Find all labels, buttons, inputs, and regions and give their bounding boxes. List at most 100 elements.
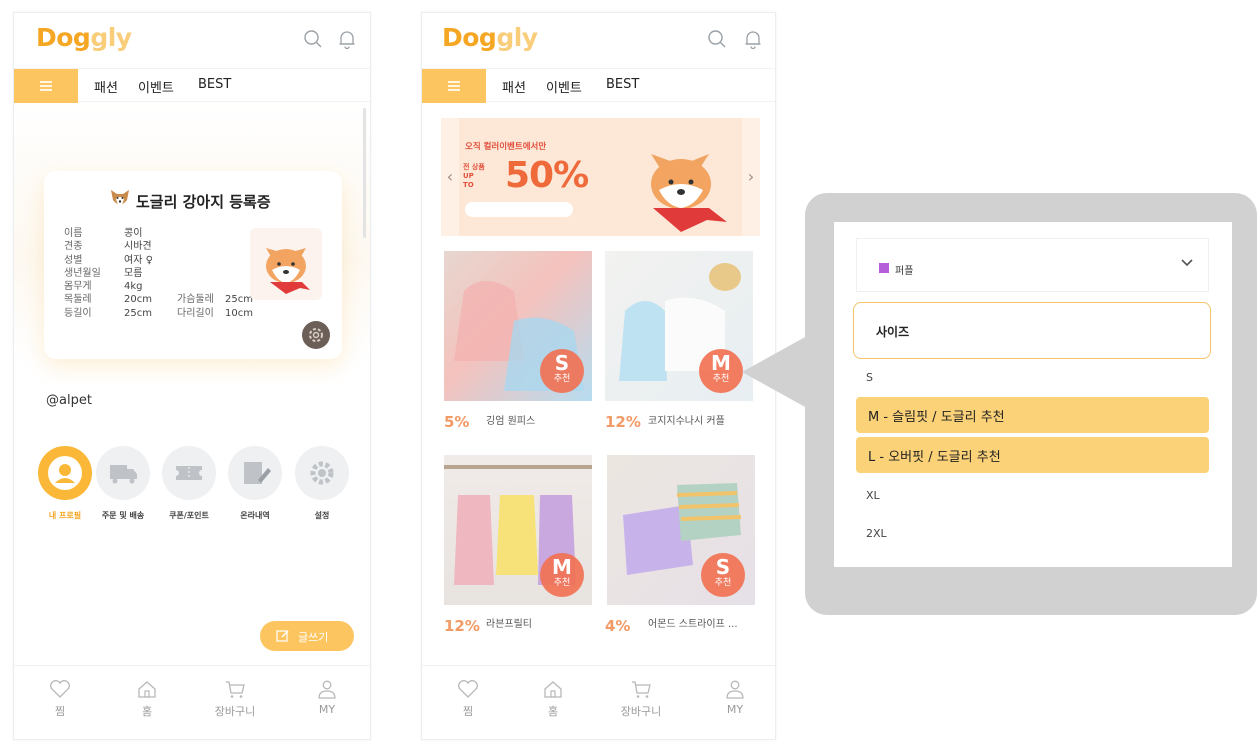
cart-icon	[226, 681, 245, 698]
nav-fashion[interactable]: 패션	[94, 77, 118, 96]
menu-coupon-button[interactable]	[162, 446, 216, 500]
product-discount: 5%	[444, 413, 470, 431]
edit-note-icon	[244, 462, 271, 484]
product-image[interactable]: S 추천	[607, 455, 755, 605]
tab-home[interactable]: 홈	[117, 678, 177, 719]
size-select[interactable]: 사이즈	[853, 302, 1211, 359]
nav-best[interactable]: BEST	[606, 77, 639, 92]
dog-face-icon	[111, 190, 129, 206]
menu-settings-button[interactable]	[295, 446, 349, 500]
size-option-xl[interactable]: XL	[866, 489, 880, 502]
option-label: L - 오버핏 / 도글리 추천	[868, 450, 1001, 465]
write-post-button[interactable]: 글쓰기	[260, 621, 354, 651]
size-recommend-badge: S 추천	[701, 553, 745, 597]
nav-event[interactable]: 이벤트	[138, 77, 174, 96]
bell-icon[interactable]	[742, 28, 764, 50]
color-select-value: 퍼플	[895, 266, 914, 277]
shiba-illustration	[651, 154, 727, 232]
banner-subtitle: 오직 컬러이벤트에서만	[465, 142, 547, 152]
size-option-m[interactable]: M - 슬림핏 / 도글리 추천	[856, 397, 1209, 433]
logo-sub: gly	[90, 23, 132, 52]
hamburger-menu-button[interactable]	[422, 69, 486, 103]
menu-label-settings: 설정	[314, 511, 330, 520]
search-icon[interactable]	[302, 28, 324, 50]
menu-profile-button[interactable]	[38, 446, 92, 500]
user-handle: @alpet	[46, 393, 92, 408]
tab-wishlist[interactable]: 찜	[30, 678, 90, 719]
home-icon	[544, 681, 562, 698]
top-bar: Doggly	[14, 13, 370, 67]
scrollbar[interactable]	[363, 108, 366, 238]
person-icon	[318, 680, 336, 699]
truck-icon	[110, 465, 137, 484]
card-row: 목둘레 20cm 가슴둘레 25cm	[64, 294, 253, 306]
tab-my[interactable]: MY	[705, 678, 765, 716]
product-discount: 12%	[444, 617, 480, 635]
tab-label: 장바구니	[214, 705, 256, 718]
tab-label: 찜	[54, 705, 66, 718]
nav-fashion[interactable]: 패션	[502, 77, 526, 96]
menu-order-button[interactable]	[96, 446, 150, 500]
product-image[interactable]: M 추천	[444, 455, 592, 605]
promo-banner[interactable]: ‹ › 오직 컬러이벤트에서만 전 상품 UP TO 50%	[441, 118, 760, 236]
logo-sub: gly	[496, 23, 538, 52]
heart-icon	[50, 680, 70, 698]
search-icon[interactable]	[706, 28, 728, 50]
profile-icon	[48, 456, 82, 490]
product-discount: 4%	[605, 617, 631, 635]
pencil-icon	[276, 630, 289, 642]
size-select-label: 사이즈	[876, 325, 910, 339]
card-settings-button[interactable]	[302, 321, 330, 349]
size-recommend-badge: M 추천	[699, 349, 743, 393]
tab-my[interactable]: MY	[297, 678, 357, 716]
card-row: 생년월일 모름	[64, 267, 143, 279]
menu-history-button[interactable]	[228, 446, 282, 500]
tab-label: 홈	[547, 705, 559, 718]
logo-main: Dog	[36, 23, 91, 52]
option-label: M - 슬림핏 / 도글리 추천	[868, 410, 1005, 425]
product-name[interactable]: 깅엄 원피스	[486, 412, 535, 427]
home-icon	[138, 681, 156, 698]
product-name[interactable]: 라븐프릴티	[486, 615, 532, 630]
size-recommend-badge: S 추천	[540, 349, 584, 393]
size-option-l[interactable]: L - 오버핏 / 도글리 추천	[856, 437, 1209, 473]
menu-label-order: 주문 및 배송	[101, 511, 145, 520]
banner-upto: 전 상품 UP TO	[463, 163, 485, 189]
color-select[interactable]: 퍼플	[856, 238, 1209, 292]
tab-label: MY	[726, 703, 744, 716]
bottom-tab-bar: 찜 홈 장바구니 MY	[422, 665, 775, 739]
app-logo[interactable]: Doggly	[36, 23, 132, 52]
banner-pill	[465, 202, 573, 217]
chevron-down-icon	[1181, 259, 1193, 267]
hamburger-menu-button[interactable]	[14, 69, 78, 103]
bottom-tab-bar: 찜 홈 장바구니 MY	[14, 665, 370, 739]
product-image[interactable]: M 추천	[605, 251, 753, 401]
tab-label: 찜	[462, 705, 474, 718]
app-logo[interactable]: Doggly	[442, 23, 538, 52]
product-name[interactable]: 코지지수나시 커플	[648, 412, 725, 427]
nav-event[interactable]: 이벤트	[546, 77, 582, 96]
card-row: 견종 시바견	[64, 241, 152, 253]
banner-percent: 50%	[505, 155, 589, 196]
tab-wishlist[interactable]: 찜	[438, 678, 498, 719]
banner-prev-arrow[interactable]: ‹	[441, 118, 459, 236]
product-image[interactable]: S 추천	[444, 251, 592, 401]
category-nav: 패션 이벤트 BEST	[422, 68, 775, 103]
size-option-s[interactable]: S	[866, 371, 873, 384]
shop-screen: Doggly 패션 이벤트 BEST ‹ › 오직 컬러이벤트에서만 전 상품 …	[421, 12, 776, 740]
coupon-icon	[176, 466, 202, 480]
bell-icon[interactable]	[336, 28, 358, 50]
nav-best[interactable]: BEST	[198, 77, 231, 92]
tab-label: 홈	[141, 705, 153, 718]
tab-cart[interactable]: 장바구니	[611, 678, 671, 719]
banner-next-arrow[interactable]: ›	[742, 118, 760, 236]
tab-home[interactable]: 홈	[523, 678, 583, 719]
size-option-2xl[interactable]: 2XL	[866, 527, 887, 540]
callout-pointer	[742, 336, 807, 408]
category-nav: 패션 이벤트 BEST	[14, 68, 370, 103]
profile-screen: Doggly 패션 이벤트 BEST 도글리 강아지 등록증 이름 콩이 견종 시바…	[13, 12, 371, 740]
dog-registration-card: 도글리 강아지 등록증 이름 콩이 견종 시바견 성별 여자 ♀ 생년월일 모름 몸무게…	[44, 171, 342, 359]
product-name[interactable]: 어몬드 스트라이프 ...	[648, 615, 738, 630]
tab-cart[interactable]: 장바구니	[205, 678, 265, 719]
size-recommend-badge: M 추천	[540, 553, 584, 597]
